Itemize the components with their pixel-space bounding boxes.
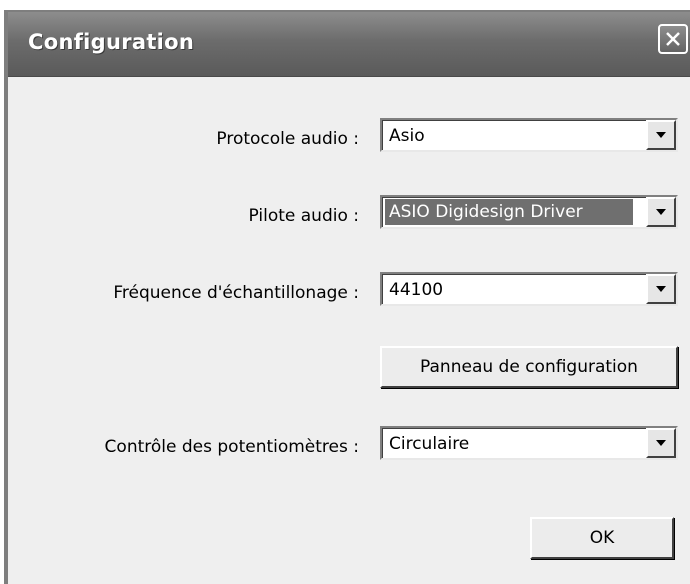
close-button[interactable] [658,24,688,54]
knob-control-label: Contrôle des potentiomètres : [104,437,359,457]
protocol-label: Protocole audio : [216,129,359,149]
knob-control-select[interactable]: Circulaire [380,426,678,460]
driver-select[interactable]: ASIO Digidesign Driver [380,195,678,229]
protocol-value: Asio [389,126,425,146]
driver-label: Pilote audio : [248,206,360,226]
ok-button[interactable]: OK [530,517,674,559]
close-icon [666,32,680,46]
protocol-select[interactable]: Asio [380,118,678,152]
sample-rate-dropdown-button[interactable] [646,274,676,304]
knob-control-dropdown-button[interactable] [646,428,676,458]
driver-dropdown-button[interactable] [646,197,676,227]
protocol-dropdown-button[interactable] [646,120,676,150]
chevron-down-icon [656,132,666,138]
chevron-down-icon [656,440,666,446]
configuration-dialog: Configuration Protocole audio : Asio Pil… [4,10,690,584]
sample-rate-value: 44100 [389,280,444,300]
knob-control-value: Circulaire [389,434,470,454]
control-panel-button[interactable]: Panneau de configuration [380,346,678,388]
sample-rate-label: Fréquence d'échantillonage : [113,283,359,303]
title-bar[interactable]: Configuration [8,12,690,77]
chevron-down-icon [656,209,666,215]
sample-rate-select[interactable]: 44100 [380,272,678,306]
chevron-down-icon [656,286,666,292]
driver-value: ASIO Digidesign Driver [385,199,633,225]
window-title: Configuration [28,30,195,54]
